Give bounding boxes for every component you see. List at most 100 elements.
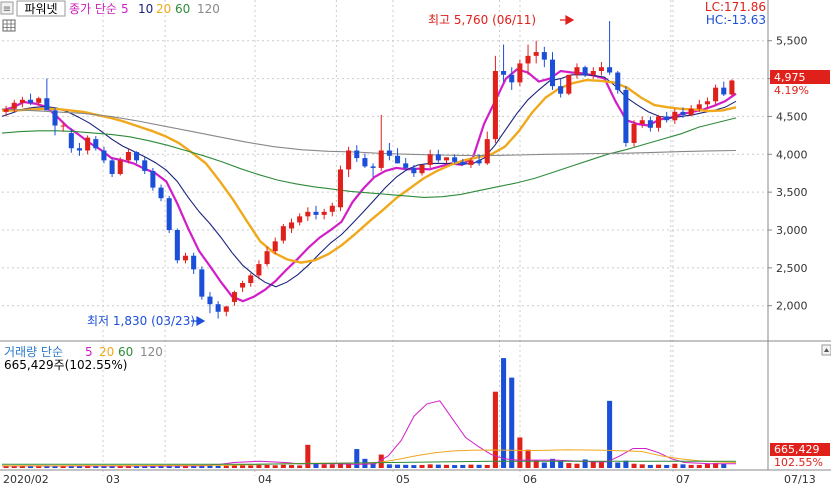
candle-body xyxy=(598,67,604,71)
candle-body xyxy=(288,222,295,229)
low-annotation: 최저 1,830 (03/23) xyxy=(87,314,195,328)
volume-bar xyxy=(264,464,270,468)
candle-body xyxy=(354,150,360,159)
volume-bar xyxy=(664,464,670,468)
date-tick-label: 07/13 xyxy=(784,473,816,486)
volume-bar xyxy=(288,465,295,468)
candle-body xyxy=(704,101,710,105)
volume-bar xyxy=(607,400,613,468)
volume-bar xyxy=(256,465,262,468)
candle-body xyxy=(11,102,17,109)
candle-body xyxy=(231,292,237,302)
candle-body xyxy=(215,304,221,312)
volume-bar xyxy=(639,464,645,468)
candle-body xyxy=(93,139,99,149)
candle-body xyxy=(166,198,172,230)
price-tick-label: 3,000 xyxy=(776,224,808,237)
candle-body xyxy=(386,150,392,156)
volume-bar xyxy=(443,464,450,468)
volume-bar xyxy=(427,464,433,468)
candle-body xyxy=(248,275,254,283)
volume-bar xyxy=(525,449,531,468)
candle-body xyxy=(264,251,270,265)
candle-body xyxy=(142,160,148,171)
candle-body xyxy=(362,158,368,167)
candle-body xyxy=(158,187,164,199)
price-tick-label: 2,000 xyxy=(776,300,808,313)
volume-bar xyxy=(240,465,246,468)
volume-bar xyxy=(329,464,335,468)
candle-body xyxy=(378,150,384,168)
candle-body xyxy=(85,137,91,151)
price-tick-label: 4,500 xyxy=(776,110,808,123)
volume-bar xyxy=(248,465,254,468)
candle-body xyxy=(713,87,719,102)
candle-body xyxy=(60,125,66,127)
volume-bar xyxy=(272,465,278,468)
candle-body xyxy=(240,283,246,288)
candle-body xyxy=(623,89,629,143)
volume-bar xyxy=(574,463,580,468)
candle-body xyxy=(191,255,197,270)
legend-price-ma10: 10 xyxy=(138,2,153,16)
legend-volume-ma20: 20 xyxy=(99,345,114,359)
volume-bar xyxy=(403,464,409,468)
candle-body xyxy=(533,52,539,56)
volume-bar xyxy=(452,465,458,468)
stock-name: 파워넷 xyxy=(24,2,57,16)
volume-bar xyxy=(223,465,229,468)
legend-volume-label: 거래량 단순 xyxy=(4,345,63,359)
high-annotation: 최고 5,760 (06/11) xyxy=(428,13,536,27)
candle-body xyxy=(44,98,50,111)
candle-body xyxy=(484,139,490,164)
candle-body xyxy=(36,98,42,103)
price-tick-label: 4,000 xyxy=(776,148,808,161)
candle-body xyxy=(174,230,180,261)
legend-volume-ma5: 5 xyxy=(85,345,93,359)
candle-body xyxy=(468,160,474,165)
date-tick-label: 03 xyxy=(106,473,120,486)
candle-body xyxy=(492,71,498,140)
candle-body xyxy=(329,205,335,212)
candle-body xyxy=(346,150,352,170)
volume-bar xyxy=(631,463,637,468)
candle-body xyxy=(696,104,702,109)
volume-bar xyxy=(476,464,482,468)
candle-body xyxy=(427,154,433,165)
candle-body xyxy=(574,67,580,75)
date-tick-label: 07 xyxy=(676,473,690,486)
candle-body xyxy=(639,120,645,124)
volume-bar xyxy=(558,461,564,468)
menu-icon-glyph: ≡ xyxy=(3,4,11,15)
candle-body xyxy=(517,63,523,83)
candle-body xyxy=(729,80,735,95)
volume-bar xyxy=(598,462,604,468)
legend-price-ma5: 5 xyxy=(121,2,129,16)
candle-body xyxy=(541,52,547,60)
volume-bar xyxy=(672,463,678,468)
volume-bar xyxy=(484,464,490,468)
candle-body xyxy=(582,67,588,75)
volume-bar xyxy=(509,377,515,468)
candle-body xyxy=(655,116,662,128)
candle-body xyxy=(28,99,34,103)
candle-body xyxy=(509,74,515,83)
volume-bar xyxy=(411,465,417,468)
stock-chart[interactable]: 5,5005,0004,5004,0003,5003,0002,5002,000… xyxy=(0,0,831,488)
grid-toggle-icon[interactable] xyxy=(2,19,16,32)
candle-body xyxy=(337,169,343,208)
lc-label: LC:171.86 xyxy=(705,0,766,14)
candle-body xyxy=(435,154,441,161)
volume-bar xyxy=(280,464,286,468)
candle-body xyxy=(615,72,621,90)
candle-body xyxy=(549,59,556,87)
volume-bar xyxy=(354,449,360,468)
candle-body xyxy=(19,99,25,103)
candle-body xyxy=(688,108,694,115)
candle-body xyxy=(419,164,425,174)
candle-body xyxy=(607,67,613,73)
volume-bar xyxy=(501,358,507,468)
candle-body xyxy=(101,150,107,161)
volume-bar xyxy=(28,466,34,468)
legend-price-ma120: 120 xyxy=(197,2,220,16)
